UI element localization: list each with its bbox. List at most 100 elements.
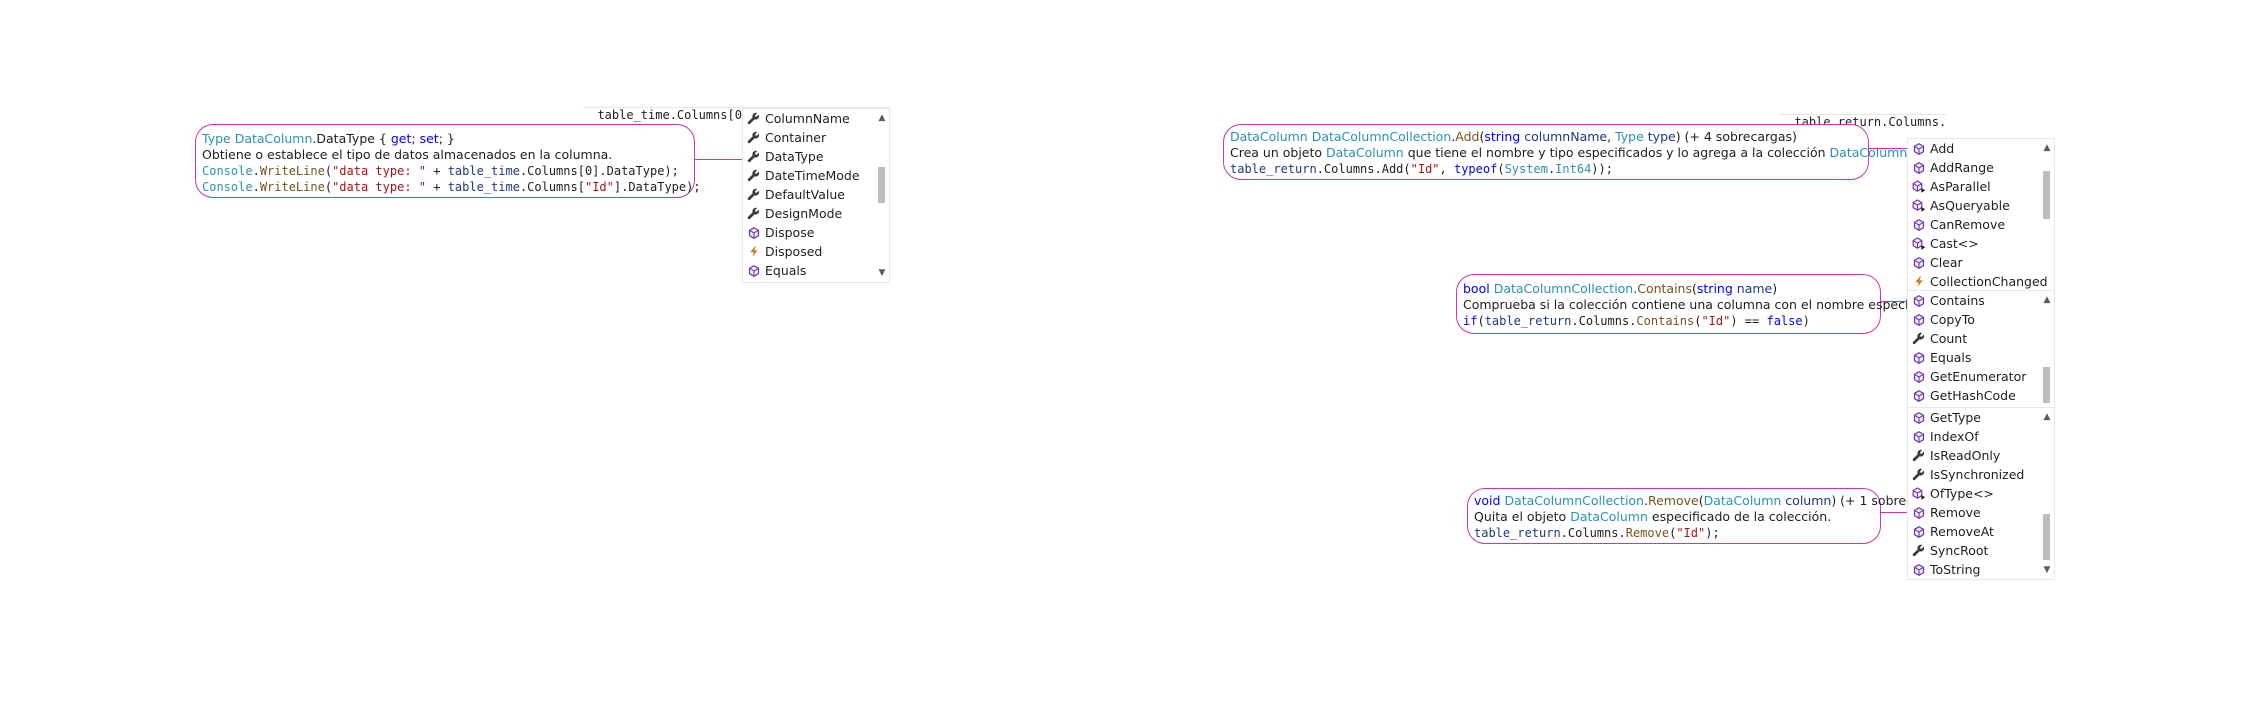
completion-item-asparallel[interactable]: AsParallel xyxy=(1908,177,2054,196)
scroll-up-arrow-icon[interactable]: ▲ xyxy=(2042,412,2052,422)
method-cube-icon xyxy=(1911,255,1926,270)
vertical-scrollbar[interactable]: ▲ xyxy=(2040,291,2054,407)
scrollbar-thumb[interactable] xyxy=(2043,367,2050,403)
wrench-icon xyxy=(1911,467,1926,482)
method-cube-icon xyxy=(1911,141,1926,156)
completion-item-designmode[interactable]: DesignMode xyxy=(743,204,889,223)
completion-item-asqueryable[interactable]: AsQueryable xyxy=(1908,196,2054,215)
completion-item-dispose[interactable]: Dispose xyxy=(743,223,889,242)
completion-item-gethashcode[interactable]: GetHashCode xyxy=(1908,386,2054,405)
scroll-down-arrow-icon[interactable]: ▼ xyxy=(877,268,887,278)
completion-item-tostring[interactable]: ToString xyxy=(1908,560,2054,579)
scroll-up-arrow-icon[interactable]: ▲ xyxy=(2042,143,2052,153)
completion-item-label: GetEnumerator xyxy=(1930,369,2027,384)
completion-item-equals[interactable]: Equals xyxy=(743,261,889,280)
code-editor-line[interactable]: table_return.Columns. xyxy=(1780,97,1946,129)
completion-item-indexof[interactable]: IndexOf xyxy=(1908,427,2054,446)
scrollbar-thumb[interactable] xyxy=(878,167,885,203)
tooltip-signature: DataColumn DataColumnCollection.Add(stri… xyxy=(1230,129,1797,144)
extension-method-icon xyxy=(1911,198,1926,213)
completion-item-issynchronized[interactable]: IsSynchronized xyxy=(1908,465,2054,484)
editor-text: table_time.Columns[0]. xyxy=(597,108,757,122)
completion-item-label: IsSynchronized xyxy=(1930,467,2025,482)
completion-item-datatype[interactable]: DataType xyxy=(743,147,889,166)
completion-item-label: Equals xyxy=(765,263,807,278)
tooltip-signature: bool DataColumnCollection.Contains(strin… xyxy=(1463,281,1778,296)
method-cube-icon xyxy=(1911,410,1926,425)
tooltip-example-line: table_return.Columns.Remove("Id"); xyxy=(1474,526,1720,540)
completion-item-label: CopyTo xyxy=(1930,312,1975,327)
completion-item-columnname[interactable]: ColumnName xyxy=(743,109,889,128)
tooltip-connector-line xyxy=(1881,301,1907,302)
completion-items: Add AddRange AsParallel AsQueryable CanRemov… xyxy=(1908,139,2054,291)
completion-item-cast[interactable]: Cast<> xyxy=(1908,234,2054,253)
intellisense-completion-list[interactable]: Add AddRange AsParallel AsQueryable CanRemov… xyxy=(1907,138,2055,291)
completion-item-label: DesignMode xyxy=(765,206,843,221)
scrollbar-thumb[interactable] xyxy=(2043,171,2050,219)
completion-item-collectionchanged[interactable]: CollectionChanged xyxy=(1908,272,2054,291)
completion-item-addrange[interactable]: AddRange xyxy=(1908,158,2054,177)
scroll-up-arrow-icon[interactable]: ▲ xyxy=(877,113,887,123)
wrench-icon xyxy=(1911,543,1926,558)
completion-item-datetimemode[interactable]: DateTimeMode xyxy=(743,166,889,185)
extension-method-icon xyxy=(1911,486,1926,501)
completion-item-gettype[interactable]: GetType xyxy=(1908,408,2054,427)
completion-item-removeat[interactable]: RemoveAt xyxy=(1908,522,2054,541)
tooltip-example-line: if(table_return.Columns.Contains("Id") =… xyxy=(1463,314,1810,328)
completion-item-label: Clear xyxy=(1930,255,1963,270)
completion-item-equals[interactable]: Equals xyxy=(1908,348,2054,367)
completion-item-count[interactable]: Count xyxy=(1908,329,2054,348)
completion-item-container[interactable]: Container xyxy=(743,128,889,147)
completion-item-defaultvalue[interactable]: DefaultValue xyxy=(743,185,889,204)
completion-item-label: DataType xyxy=(765,149,824,164)
wrench-icon xyxy=(746,168,761,183)
method-cube-icon xyxy=(1911,350,1926,365)
intellisense-completion-list[interactable]: ColumnName Container DataType DateTimeMode D… xyxy=(742,108,890,283)
completion-item-copyto[interactable]: CopyTo xyxy=(1908,310,2054,329)
scroll-up-arrow-icon[interactable]: ▲ xyxy=(2042,295,2052,305)
completion-item-oftype[interactable]: OfType<> xyxy=(1908,484,2054,503)
completion-item-label: AsParallel xyxy=(1930,179,1991,194)
vertical-scrollbar[interactable]: ▲ ▼ xyxy=(875,109,889,282)
completion-item-clear[interactable]: Clear xyxy=(1908,253,2054,272)
completion-item-isreadonly[interactable]: IsReadOnly xyxy=(1908,446,2054,465)
contains-quickinfo-tooltip: bool DataColumnCollection.Contains(strin… xyxy=(1456,274,1951,334)
method-cube-icon xyxy=(1911,217,1926,232)
tooltip-description: Comprueba si la colección contiene una c… xyxy=(1463,297,1951,312)
completion-item-add[interactable]: Add xyxy=(1908,139,2054,158)
scroll-down-arrow-icon[interactable]: ▼ xyxy=(2042,565,2052,575)
completion-item-label: Contains xyxy=(1930,293,1985,308)
method-cube-icon xyxy=(746,225,761,240)
tooltip-example-line-2: Console.WriteLine("data type: " + table_… xyxy=(202,180,701,194)
completion-item-canremove[interactable]: CanRemove xyxy=(1908,215,2054,234)
scrollbar-thumb[interactable] xyxy=(2043,514,2050,560)
wrench-icon xyxy=(746,187,761,202)
completion-item-disposed[interactable]: Disposed xyxy=(743,242,889,261)
intellisense-completion-list[interactable]: GetType IndexOf IsReadOnly IsSynchronized Of… xyxy=(1907,408,2055,580)
completion-item-remove[interactable]: Remove xyxy=(1908,503,2054,522)
code-editor-line[interactable]: table_time.Columns[0]. xyxy=(583,90,890,124)
completion-item-getenumerator[interactable]: GetEnumerator xyxy=(1908,367,2054,386)
completion-item-label: SyncRoot xyxy=(1930,543,1989,558)
completion-item-label: ColumnName xyxy=(765,111,850,126)
wrench-icon xyxy=(746,111,761,126)
completion-items: ColumnName Container DataType DateTimeMode D… xyxy=(743,109,889,280)
completion-item-label: DateTimeMode xyxy=(765,168,860,183)
vertical-scrollbar[interactable]: ▲ xyxy=(2040,139,2054,290)
completion-item-label: Cast<> xyxy=(1930,236,1979,251)
completion-item-syncroot[interactable]: SyncRoot xyxy=(1908,541,2054,560)
completion-item-label: Container xyxy=(765,130,827,145)
completion-item-label: CanRemove xyxy=(1930,217,2006,232)
tooltip-example-line: table_return.Columns.Add("Id", typeof(Sy… xyxy=(1230,162,1613,176)
method-cube-icon xyxy=(1911,293,1926,308)
completion-item-label: AddRange xyxy=(1930,160,1994,175)
method-cube-icon xyxy=(1911,369,1926,384)
tooltip-connector-line xyxy=(1881,512,1907,513)
intellisense-completion-list[interactable]: Contains CopyTo Count Equals GetEnumerator Ge… xyxy=(1907,291,2055,408)
completion-item-label: Disposed xyxy=(765,244,823,259)
completion-item-contains[interactable]: Contains xyxy=(1908,291,2054,310)
tooltip-description: Crea un objeto DataColumn que tiene el n… xyxy=(1230,145,1973,160)
tooltip-connector-line xyxy=(1869,148,1907,149)
vertical-scrollbar[interactable]: ▲ ▼ xyxy=(2040,408,2054,579)
method-cube-icon xyxy=(1911,160,1926,175)
